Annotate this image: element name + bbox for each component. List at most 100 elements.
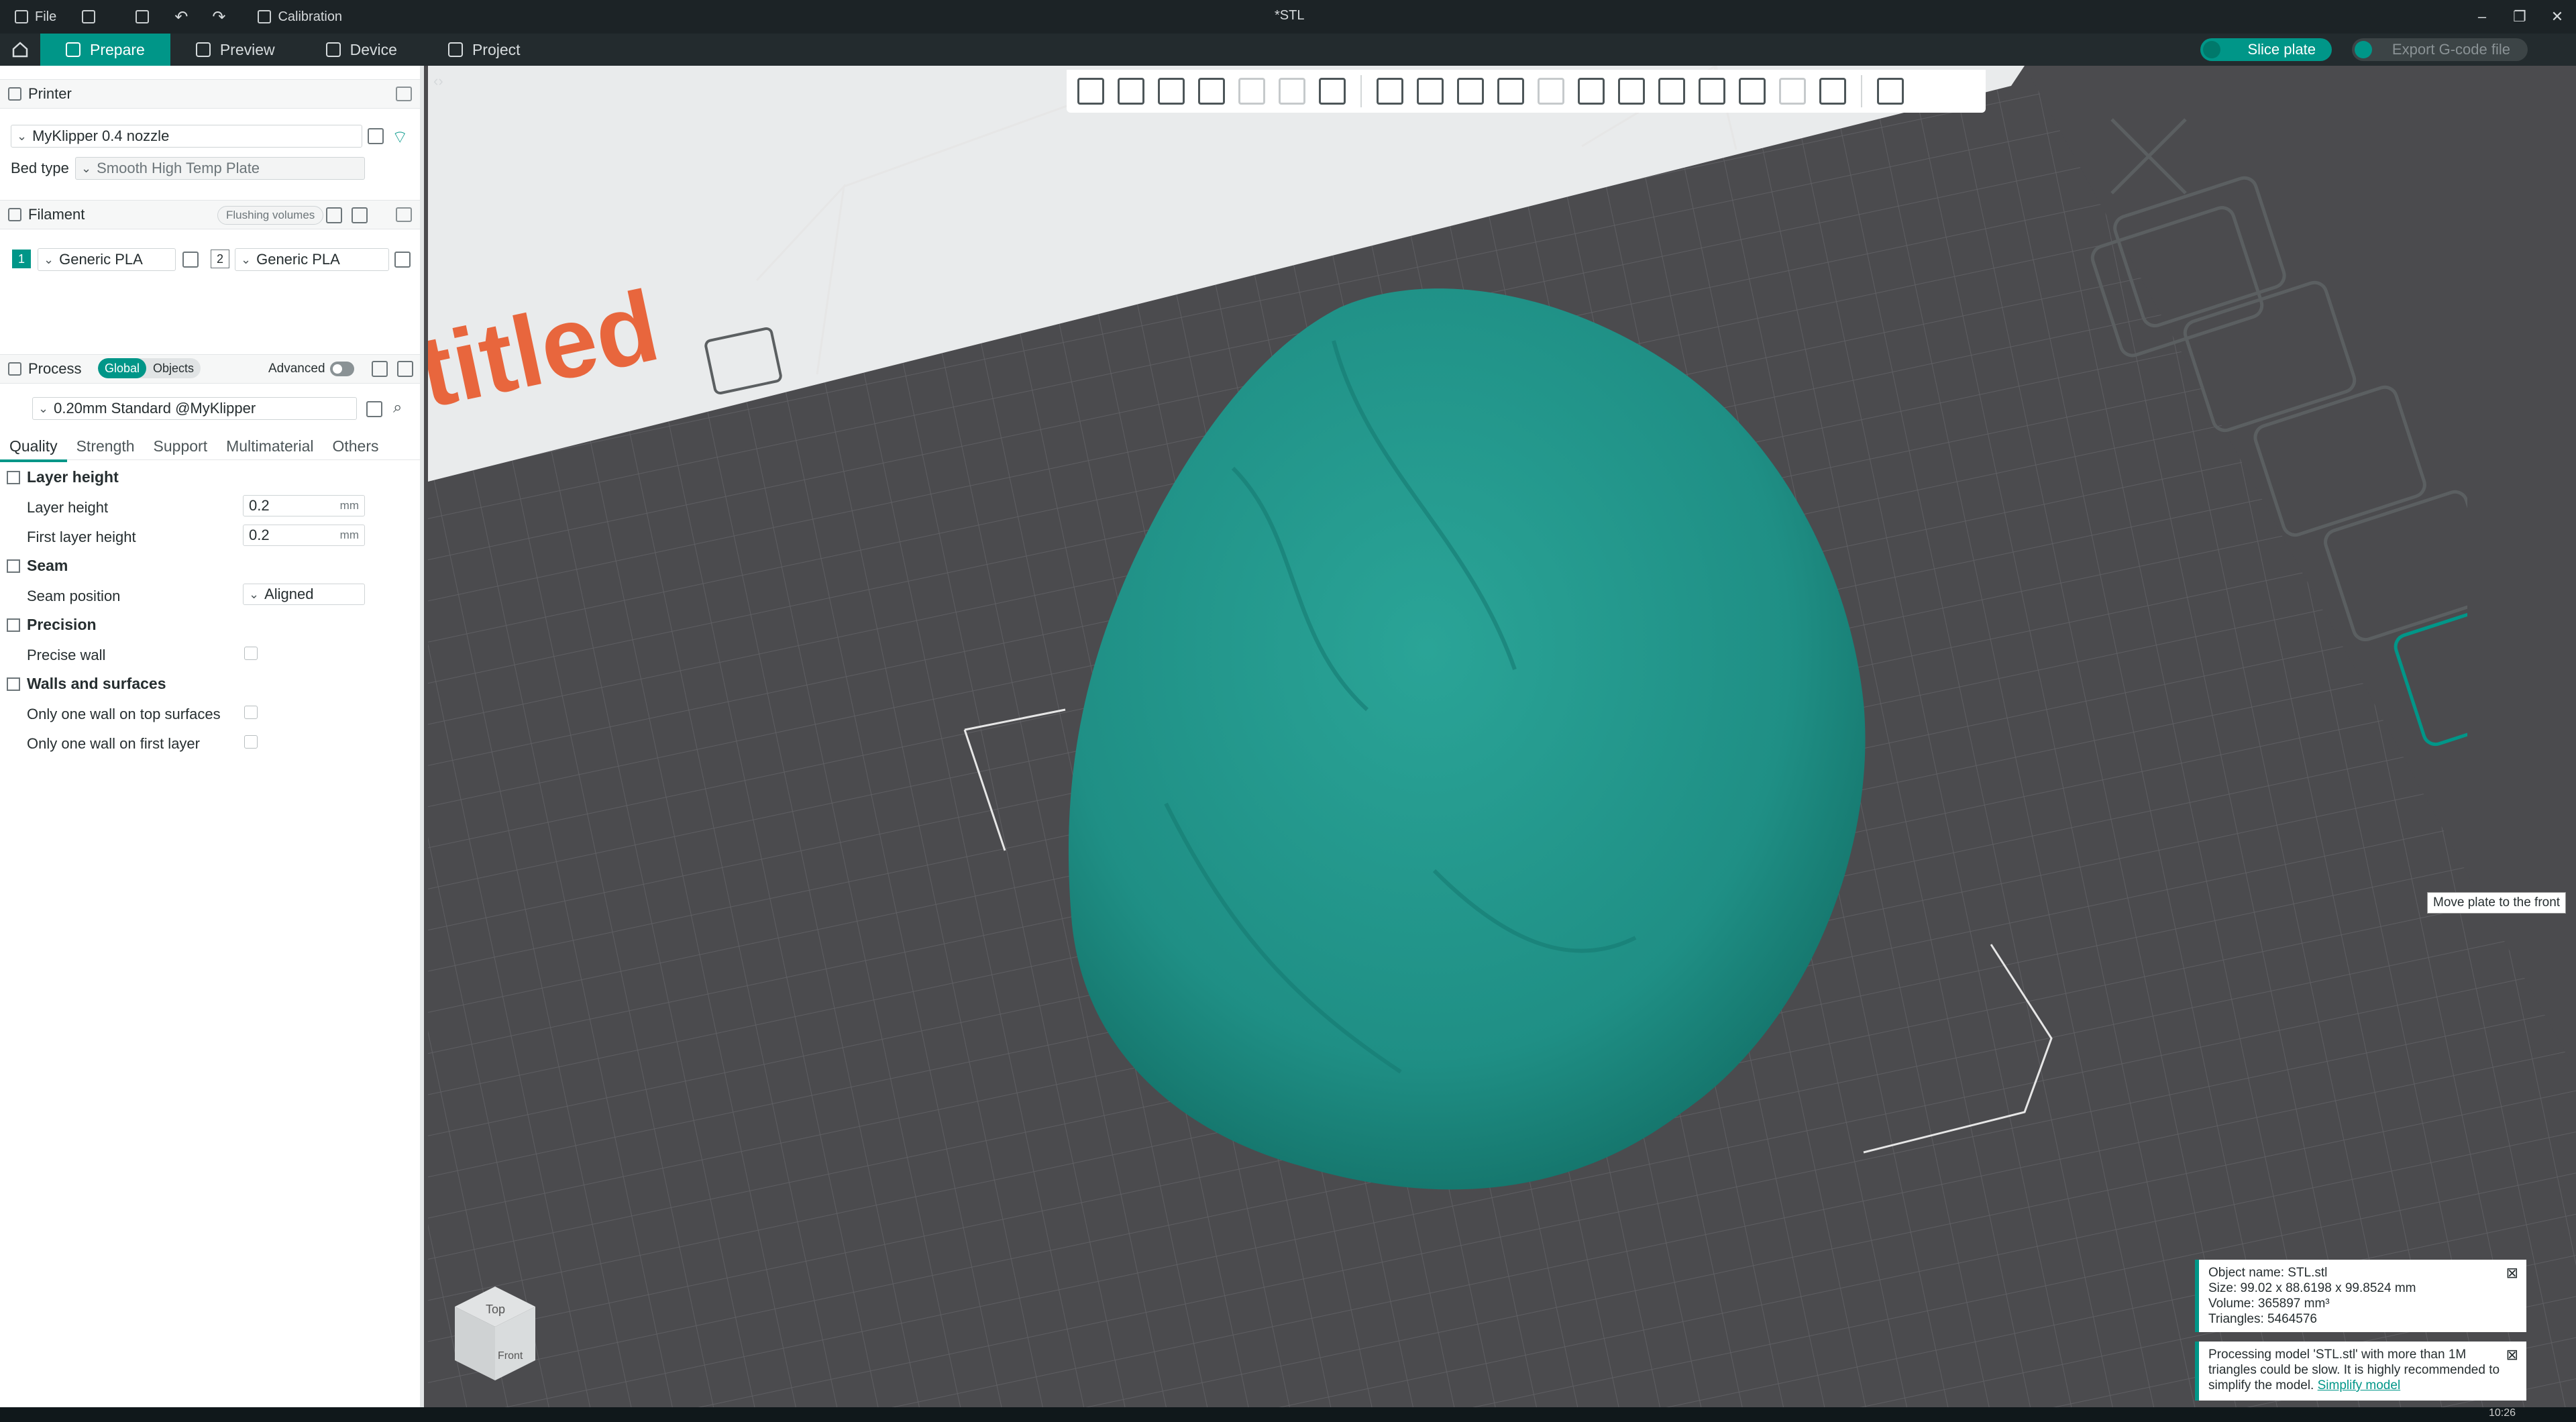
chevron-down-icon: ⌄ [81, 161, 92, 175]
home-button[interactable] [0, 34, 40, 66]
plate-settings-icon[interactable] [2322, 489, 2467, 643]
simplify-model-link[interactable]: Simplify model [2318, 1378, 2401, 1392]
seam-position-select[interactable]: ⌄ Aligned [243, 584, 365, 605]
measure-tool[interactable] [1735, 74, 1770, 109]
file-menu[interactable]: File [9, 3, 62, 30]
process-settings-icon[interactable] [397, 361, 413, 377]
window-title: *STL [1275, 8, 1305, 23]
layer-height-input[interactable]: 0.2 mm [243, 495, 365, 516]
document-icon[interactable] [82, 10, 96, 23]
bed-type-select[interactable]: ⌄ Smooth High Temp Plate [75, 157, 365, 180]
split-parts-button[interactable] [1275, 74, 1309, 109]
rotate-icon [1417, 78, 1444, 105]
save-icon[interactable] [136, 10, 150, 23]
filament-slot-1-badge[interactable]: 1 [12, 250, 31, 268]
object-size: Size: 99.02 x 88.6198 x 99.8524 mm [2208, 1281, 2416, 1295]
assembly-tool[interactable] [1775, 74, 1810, 109]
arrange-button[interactable] [1194, 74, 1229, 109]
process-compare-icon[interactable] [372, 361, 388, 377]
lock-plate-icon[interactable] [2252, 384, 2428, 539]
tab-prepare[interactable]: Prepare [40, 34, 170, 66]
precise-wall-checkbox[interactable] [244, 647, 258, 660]
tab-preview[interactable]: Preview [170, 34, 301, 66]
3d-viewport[interactable]: titled Top Front [428, 66, 2576, 1407]
view-cube-front[interactable]: Front [498, 1350, 523, 1362]
fuzzy-skin-tool[interactable] [1654, 74, 1689, 109]
scale-icon [1457, 78, 1484, 105]
assembly-view-icon [1877, 78, 1904, 105]
subtab-quality[interactable]: Quality [0, 437, 67, 462]
one-wall-top-checkbox[interactable] [244, 706, 258, 719]
tab-project[interactable]: Project [423, 34, 546, 66]
filament-slot-1-select[interactable]: ⌄ Generic PLA [38, 248, 176, 271]
calibration-icon [258, 10, 272, 23]
view-cube[interactable]: Top Front [455, 1287, 535, 1380]
lay-on-face-tool[interactable] [1493, 74, 1528, 109]
filament-icon [8, 208, 21, 221]
calibration-label: Calibration [278, 9, 343, 24]
filament-slot-2-badge[interactable]: 2 [211, 250, 229, 268]
flushing-volumes-button[interactable]: Flushing volumes [217, 206, 324, 225]
save-preset-icon[interactable] [366, 401, 382, 417]
subtab-strength[interactable]: Strength [67, 437, 144, 455]
wifi-icon[interactable]: ⌔ [392, 126, 408, 148]
support-paint-tool[interactable] [1574, 74, 1609, 109]
fit-view-tool[interactable] [1815, 74, 1850, 109]
search-icon[interactable]: ⌕ [393, 398, 402, 417]
collapse-sidebar-icon[interactable]: ‹› [433, 72, 443, 90]
subtab-others[interactable]: Others [323, 437, 388, 455]
walls-group-title: Walls and surfaces [27, 675, 166, 692]
close-window-icon[interactable]: ✕ [2538, 0, 2576, 34]
slice-plate-button[interactable]: Slice plate [2200, 38, 2332, 61]
slice-dropdown-icon[interactable] [2203, 41, 2220, 58]
auto-orient-button[interactable] [1154, 74, 1189, 109]
move-tool[interactable] [1373, 74, 1407, 109]
assembly-view-tool[interactable] [1873, 74, 1908, 109]
first-layer-height-input[interactable]: 0.2 mm [243, 525, 365, 546]
calibration-menu[interactable]: Calibration [252, 3, 347, 30]
add-object-button[interactable] [1073, 74, 1108, 109]
tab-device[interactable]: Device [301, 34, 423, 66]
first-layer-height-label: First layer height [27, 529, 136, 545]
chevron-down-icon: ⌄ [38, 401, 49, 415]
rotate-tool[interactable] [1413, 74, 1448, 109]
edit-printer-icon[interactable] [368, 128, 384, 144]
remove-filament-icon[interactable] [352, 207, 368, 223]
close-icon[interactable]: ⊠ [2506, 1265, 2518, 1280]
add-plate-button[interactable] [1114, 74, 1148, 109]
export-gcode-button[interactable]: Export G-code file [2352, 38, 2528, 61]
printer-select[interactable]: ⌄ MyKlipper 0.4 nozzle [11, 125, 362, 148]
export-dropdown-icon[interactable] [2355, 41, 2372, 58]
edit-filament-2-icon[interactable] [394, 252, 411, 268]
plate-layout-icon[interactable] [2182, 280, 2358, 434]
move-plate-front-icon[interactable] [2392, 594, 2467, 748]
advanced-toggle[interactable] [330, 362, 354, 376]
text-icon [1699, 78, 1725, 105]
close-icon[interactable]: ⊠ [2506, 1347, 2518, 1362]
layers-button[interactable] [1315, 74, 1350, 109]
edit-filament-1-icon[interactable] [182, 252, 199, 268]
text-tool[interactable] [1695, 74, 1729, 109]
scope-objects[interactable]: Objects [146, 358, 201, 378]
subtab-multimaterial[interactable]: Multimaterial [217, 437, 323, 455]
parts-icon [1279, 78, 1305, 105]
undo-icon[interactable]: ↶ [174, 7, 188, 27]
one-wall-first-checkbox[interactable] [244, 735, 258, 749]
plate-icons [2090, 118, 2467, 748]
cut-tool[interactable] [1534, 74, 1568, 109]
add-filament-icon[interactable] [326, 207, 342, 223]
filament-settings-icon[interactable] [396, 207, 412, 222]
grid-icon [1118, 78, 1144, 105]
restore-icon[interactable]: ❐ [2501, 0, 2538, 34]
split-objects-button[interactable] [1234, 74, 1269, 109]
process-preset-select[interactable]: ⌄ 0.20mm Standard @MyKlipper [32, 397, 357, 420]
view-cube-top[interactable]: Top [486, 1303, 505, 1316]
scope-global[interactable]: Global [98, 358, 147, 378]
subtab-support[interactable]: Support [144, 437, 217, 455]
printer-settings-icon[interactable] [396, 87, 412, 101]
minimize-icon[interactable]: – [2463, 0, 2501, 34]
redo-icon[interactable]: ↷ [212, 7, 225, 27]
scale-tool[interactable] [1453, 74, 1488, 109]
filament-slot-2-select[interactable]: ⌄ Generic PLA [235, 248, 389, 271]
seam-paint-tool[interactable] [1614, 74, 1649, 109]
